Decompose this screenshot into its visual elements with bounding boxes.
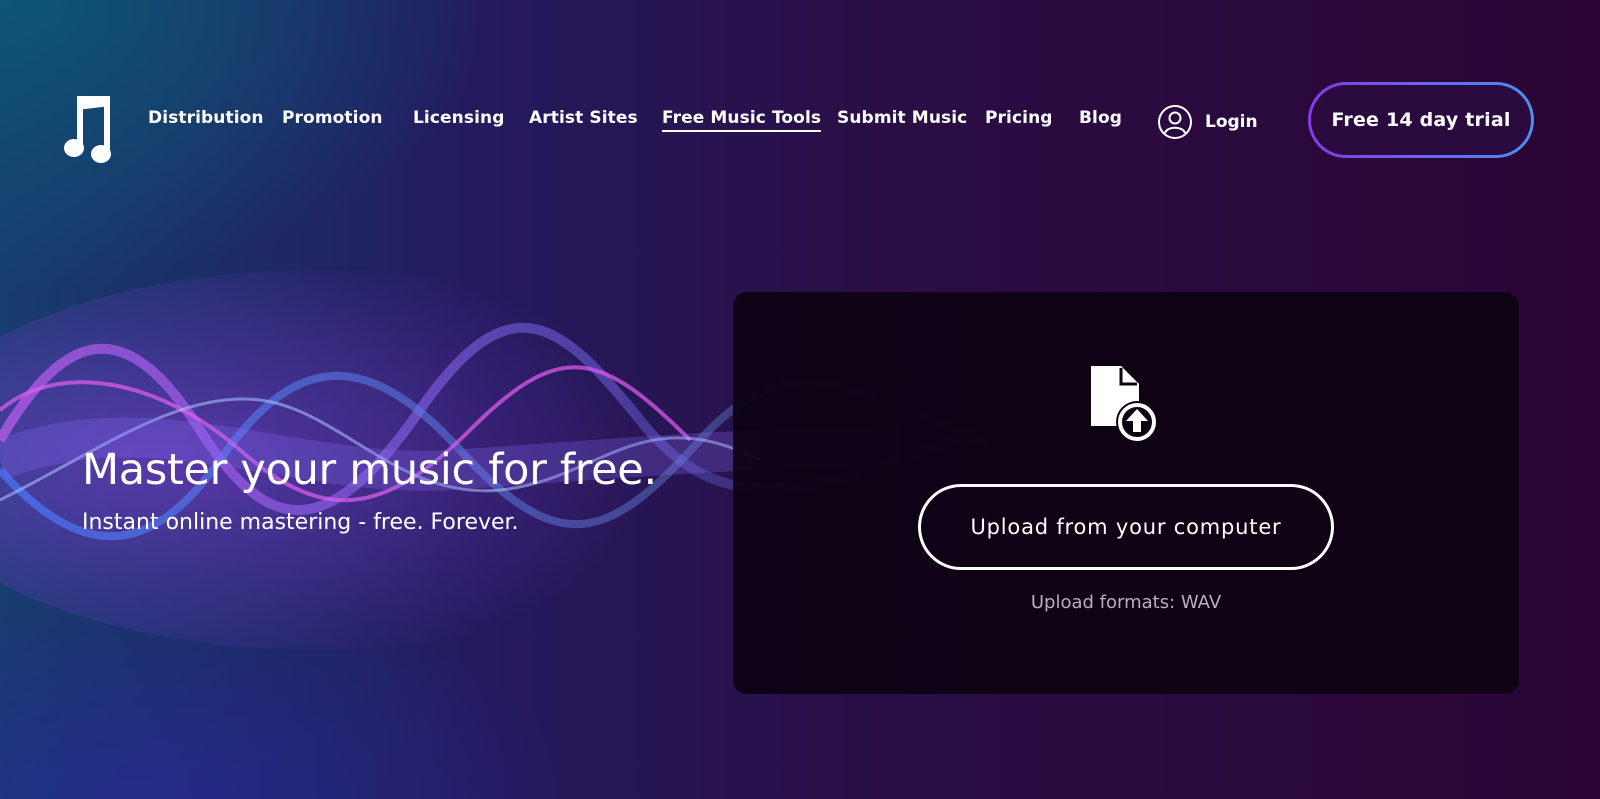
nav-link-blog[interactable]: Blog <box>1079 108 1122 128</box>
nav-link-promotion[interactable]: Promotion <box>282 108 383 128</box>
login-label: Login <box>1205 112 1258 132</box>
nav-link-pricing[interactable]: Pricing <box>985 108 1053 128</box>
nav-link-distribution[interactable]: Distribution <box>148 108 264 128</box>
login-link[interactable]: Login <box>1157 104 1258 140</box>
upload-formats-text: Upload formats: WAV <box>1030 592 1222 613</box>
music-note-logo[interactable] <box>64 92 120 166</box>
upload-card: Upload from your computer Upload formats… <box>733 292 1519 694</box>
upload-from-computer-button[interactable]: Upload from your computer <box>918 484 1334 570</box>
free-trial-label: Free 14 day trial <box>1311 85 1531 155</box>
hero-subtitle: Instant online mastering - free. Forever… <box>82 510 519 535</box>
hero-section: Master your music for free. Instant onli… <box>82 444 657 538</box>
nav-link-free-music-tools[interactable]: Free Music Tools <box>662 108 822 132</box>
file-upload-icon <box>1091 366 1158 443</box>
hero-title: Master your music for free. <box>82 445 657 495</box>
free-trial-button[interactable]: Free 14 day trial <box>1308 82 1534 158</box>
nav-link-submit-music[interactable]: Submit Music <box>837 108 967 128</box>
top-navigation: Distribution Promotion Licensing Artist … <box>0 0 1600 245</box>
user-icon <box>1158 105 1192 139</box>
nav-link-artist-sites[interactable]: Artist Sites <box>529 108 638 128</box>
nav-link-licensing[interactable]: Licensing <box>413 108 505 128</box>
